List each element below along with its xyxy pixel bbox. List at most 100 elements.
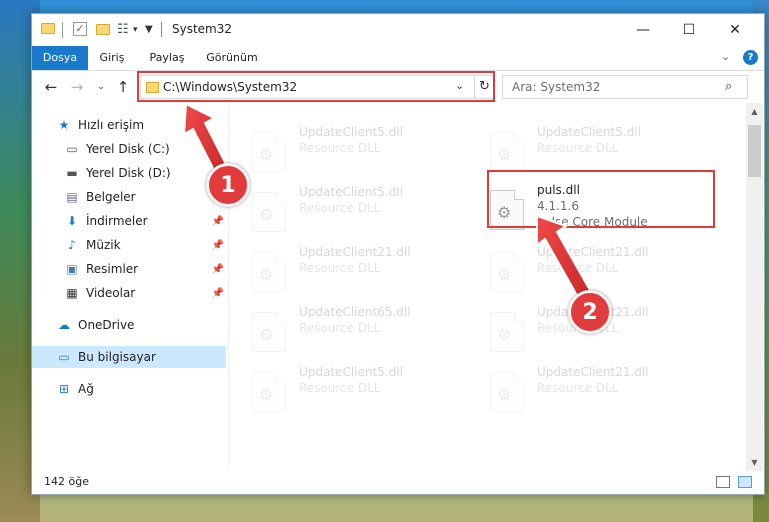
properties-icon[interactable]: ✓	[73, 22, 87, 36]
dll-file-icon: ⚙	[252, 312, 286, 352]
file-description: Resource DLL	[299, 201, 381, 215]
pin-icon[interactable]: 📌	[212, 240, 224, 251]
file-description: Resource DLL	[537, 381, 619, 395]
sidebar-item-documents[interactable]: ▤ Belgeler 📌	[32, 186, 226, 208]
maximize-button[interactable]: ☐	[666, 14, 712, 45]
vertical-scrollbar[interactable]: ▲ ▼	[746, 103, 763, 471]
chevron-down-icon[interactable]: ▾	[133, 25, 138, 41]
help-icon[interactable]: ?	[743, 50, 758, 65]
folder-icon	[41, 23, 55, 34]
pin-icon[interactable]: 📌	[212, 288, 224, 299]
forward-arrow-icon[interactable]: →	[66, 77, 88, 97]
quick-access-menu-icon[interactable]: ▼	[145, 24, 153, 40]
tab-home[interactable]: Giriş	[88, 46, 136, 70]
sidebar-item-network[interactable]: ⊞ Ağ	[32, 378, 226, 400]
navigation-pane: ★ Hızlı erişim ▭ Yerel Disk (C:) ▬ Yerel…	[32, 103, 228, 471]
file-item[interactable]: ⚙ UpdateClient65.dll Resource DLL	[232, 305, 452, 355]
title-bar: ✓ ☷ ▾ ▼ System32 — ☐ ✕	[32, 14, 764, 46]
search-box[interactable]: Ara: System32 ⌕	[502, 75, 748, 99]
file-name: UpdateClient65.dll	[299, 305, 411, 319]
customize-icon[interactable]: ☷	[117, 22, 129, 38]
status-bar: 142 öğe	[32, 471, 764, 494]
dll-file-icon: ⚙	[490, 252, 524, 292]
dll-file-icon: ⚙	[252, 252, 286, 292]
scroll-thumb[interactable]	[748, 125, 761, 177]
window-title: System32	[172, 22, 233, 36]
search-icon[interactable]: ⌕	[725, 79, 732, 94]
recent-locations-icon[interactable]: ⌄	[90, 77, 112, 97]
back-arrow-icon[interactable]: ←	[40, 77, 62, 97]
file-description: Resource DLL	[299, 321, 381, 335]
file-item[interactable]: ⚙ UpdateClient21.dll Resource DLL	[232, 245, 452, 295]
cloud-icon: ☁	[58, 318, 70, 332]
tab-view[interactable]: Görünüm	[200, 46, 264, 70]
sidebar-item-onedrive[interactable]: ☁ OneDrive	[32, 314, 226, 336]
minimize-button[interactable]: —	[620, 14, 666, 45]
details-view-icon[interactable]	[716, 476, 730, 488]
tab-file[interactable]: Dosya	[32, 46, 88, 70]
file-name: UpdateClient21.dll	[299, 245, 411, 259]
dll-file-icon: ⚙	[252, 132, 286, 172]
file-item[interactable]: ⚙ UpdateClient21.dll Resource DLL	[470, 365, 690, 415]
callout-step-2: 2	[568, 290, 612, 334]
new-folder-icon[interactable]	[96, 24, 110, 35]
download-icon: ⬇	[66, 214, 78, 228]
file-item[interactable]: ⚙ UpdateClient5.dll Resource DLL	[470, 125, 690, 175]
sidebar-item-videos[interactable]: ▦ Videolar 📌	[32, 282, 226, 304]
drive-icon: ▬	[66, 166, 78, 180]
file-name: UpdateClient5.dll	[299, 365, 403, 379]
sidebar-item-label: Hızlı erişim	[78, 118, 145, 132]
sidebar-item-disk-d[interactable]: ▬ Yerel Disk (D:)	[32, 162, 226, 184]
file-highlight-box	[487, 170, 715, 228]
tab-share[interactable]: Paylaş	[140, 46, 194, 70]
large-icons-view-icon[interactable]	[738, 476, 752, 488]
file-item[interactable]: ⚙ UpdateClient5.dll Resource DLL	[232, 365, 452, 415]
network-icon: ⊞	[58, 382, 70, 396]
toolbar-divider	[62, 22, 63, 38]
dll-file-icon: ⚙	[252, 192, 286, 232]
file-name: UpdateClient21.dll	[537, 245, 649, 259]
up-arrow-icon[interactable]: ↑	[112, 77, 134, 97]
sidebar-item-label: Belgeler	[86, 190, 136, 204]
search-input[interactable]: Ara: System32	[512, 80, 600, 94]
sidebar-item-downloads[interactable]: ⬇ İndirmeler 📌	[32, 210, 226, 232]
address-highlight-box	[137, 71, 495, 102]
scroll-up-icon[interactable]: ▲	[746, 103, 763, 120]
file-description: Resource DLL	[299, 381, 381, 395]
sidebar-item-disk-c[interactable]: ▭ Yerel Disk (C:)	[32, 138, 226, 160]
file-description: Resource DLL	[299, 261, 381, 275]
pin-icon[interactable]: 📌	[212, 264, 224, 275]
sidebar-item-label: Bu bilgisayar	[78, 350, 156, 364]
file-description: Resource DLL	[299, 141, 381, 155]
file-name: UpdateClient5.dll	[537, 125, 641, 139]
file-item[interactable]: ⚙ UpdateClient5.dll Resource DLL	[232, 185, 452, 235]
video-icon: ▦	[66, 286, 78, 300]
file-name: UpdateClient5.dll	[299, 185, 403, 199]
item-count: 142 öğe	[44, 475, 89, 488]
dll-file-icon: ⚙	[490, 132, 524, 172]
sidebar-item-label: Yerel Disk (D:)	[86, 166, 171, 180]
file-name: UpdateClient21.dll	[537, 365, 649, 379]
star-icon: ★	[58, 118, 70, 132]
music-icon: ♪	[68, 238, 76, 252]
file-item[interactable]: ⚙ UpdateClient21.dll Resource DLL	[470, 245, 690, 295]
sidebar-item-pictures[interactable]: ▣ Resimler 📌	[32, 258, 226, 280]
sidebar-item-quick-access[interactable]: ★ Hızlı erişim	[32, 114, 226, 136]
close-button[interactable]: ✕	[712, 14, 758, 45]
computer-icon: ▭	[58, 350, 70, 364]
sidebar-item-label: Ağ	[78, 382, 94, 396]
pin-icon[interactable]: 📌	[212, 216, 224, 227]
dll-file-icon: ⚙	[252, 372, 286, 412]
sidebar-item-label: Yerel Disk (C:)	[86, 142, 170, 156]
sidebar-item-this-pc[interactable]: ▭ Bu bilgisayar	[32, 346, 226, 368]
drive-icon: ▭	[66, 142, 78, 156]
file-list: ⚙ UpdateClient5.dll Resource DLL ⚙ Updat…	[232, 103, 746, 471]
documents-icon: ▤	[66, 190, 78, 204]
expand-ribbon-icon[interactable]: ⌄	[721, 50, 730, 63]
file-item[interactable]: ⚙ UpdateClient5.dll Resource DLL	[232, 125, 452, 175]
sidebar-item-music[interactable]: ♪ Müzik 📌	[32, 234, 226, 256]
callout-step-1: 1	[206, 163, 250, 207]
ribbon-tabs: Dosya Giriş Paylaş Görünüm ⌄ ?	[32, 46, 764, 71]
title-divider	[161, 22, 162, 37]
scroll-down-icon[interactable]: ▼	[746, 454, 763, 471]
